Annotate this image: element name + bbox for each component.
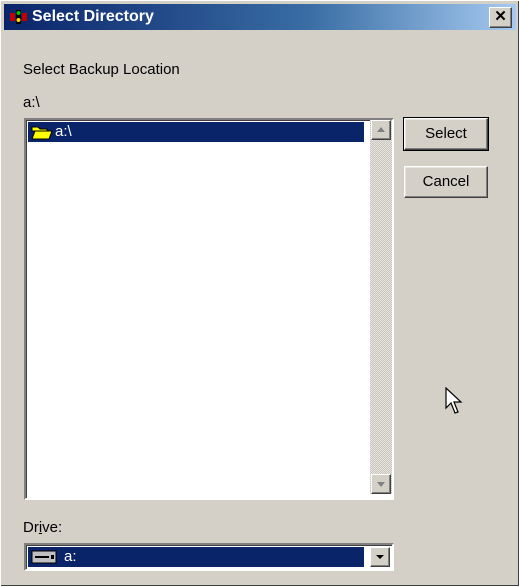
- mouse-cursor-icon: [445, 387, 463, 414]
- list-item-label: a:\: [55, 123, 72, 140]
- arrow-down-icon: [377, 482, 385, 487]
- drive-value: a:: [64, 548, 77, 565]
- cancel-button[interactable]: Cancel: [404, 166, 488, 198]
- close-icon: ✕: [494, 8, 507, 25]
- scroll-up-button[interactable]: [371, 120, 391, 140]
- list-item[interactable]: a:\: [28, 122, 364, 142]
- arrow-up-icon: [377, 127, 385, 132]
- drive-select[interactable]: a:: [24, 543, 394, 571]
- window-title: Select Directory: [32, 8, 154, 25]
- scroll-down-button[interactable]: [371, 474, 391, 494]
- current-path-label: a:\: [23, 94, 40, 111]
- vertical-scrollbar[interactable]: [370, 120, 392, 494]
- close-button[interactable]: ✕: [489, 7, 512, 28]
- open-folder-icon: [31, 126, 53, 140]
- title-bar[interactable]: Select Directory ✕: [4, 4, 516, 30]
- chevron-down-icon: [376, 555, 384, 559]
- floppy-drive-icon: [31, 550, 57, 564]
- select-directory-dialog: Select Directory ✕ Select Backup Locatio…: [0, 0, 520, 587]
- directory-list[interactable]: a:\: [24, 118, 394, 500]
- select-button[interactable]: Select: [403, 117, 489, 151]
- drive-label: Drive:: [23, 519, 63, 536]
- app-icon: [10, 10, 27, 24]
- prompt-label: Select Backup Location: [23, 61, 180, 78]
- dropdown-button[interactable]: [370, 547, 390, 567]
- drive-selected-value[interactable]: a:: [28, 547, 364, 567]
